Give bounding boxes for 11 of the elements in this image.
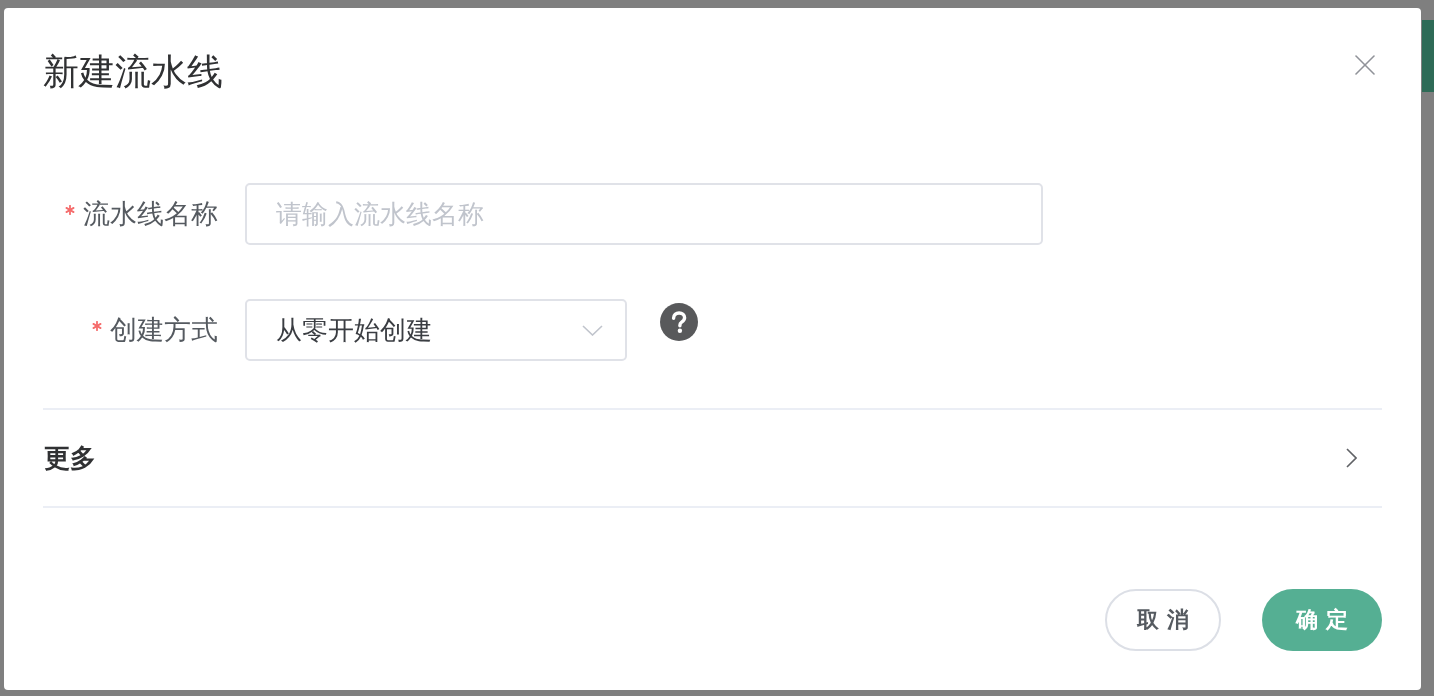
chevron-down-icon bbox=[582, 324, 603, 336]
select-field[interactable]: 从零开始创建 bbox=[245, 299, 627, 361]
field-label: 创建方式 bbox=[110, 314, 218, 346]
close-icon[interactable] bbox=[1355, 55, 1375, 75]
field-label: 流水线名称 bbox=[83, 198, 218, 230]
covered-button-edge bbox=[1422, 20, 1434, 92]
help-icon[interactable] bbox=[660, 303, 698, 341]
more-section-toggle[interactable]: 更多 bbox=[43, 410, 1382, 506]
text-input-field[interactable]: 请输入流水线名称 bbox=[245, 183, 1043, 245]
cancel-button[interactable]: 取消 bbox=[1105, 589, 1221, 651]
dialog-title: 新建流水线 bbox=[43, 52, 223, 92]
